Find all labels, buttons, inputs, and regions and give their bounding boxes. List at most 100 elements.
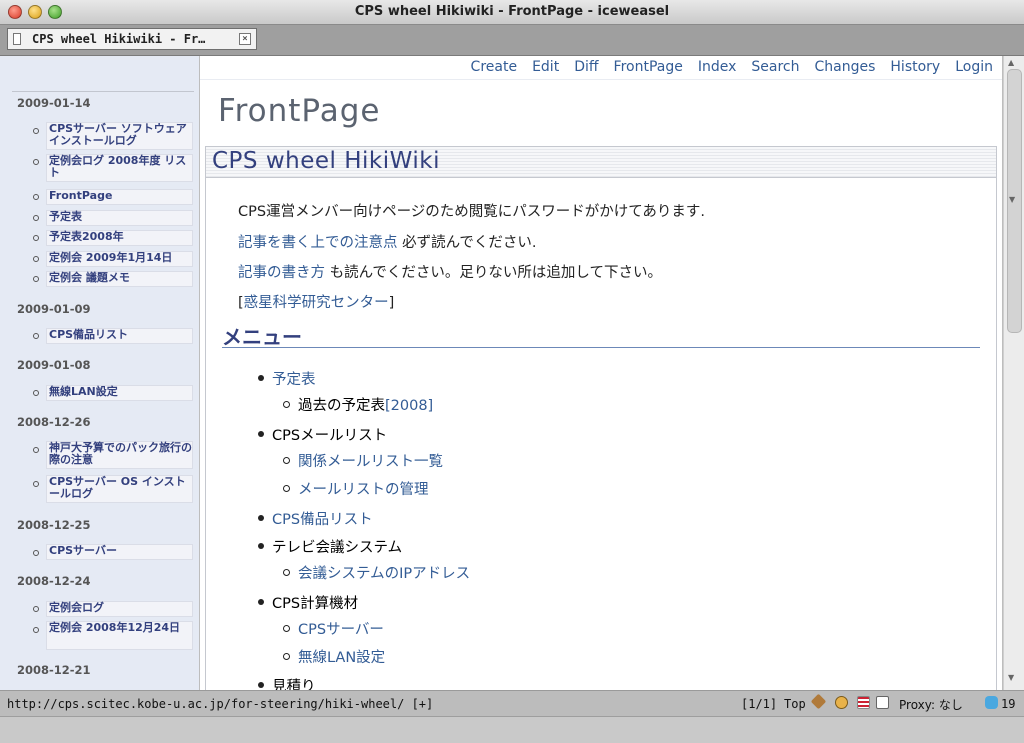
sidebar-item[interactable]: 定例会ログ 2008年度 リスト: [46, 154, 193, 182]
sidebar-item[interactable]: 定例会 議題メモ: [46, 271, 193, 287]
bullet-icon: [283, 485, 290, 492]
bullet-icon: [258, 375, 264, 381]
planetary-center-link[interactable]: 惑星科学研究センター: [244, 295, 389, 311]
wiki-body: CPS wheel HikiWiki CPS運営メンバー向けページのため閲覧にパ…: [205, 146, 997, 690]
window-titlebar: CPS wheel Hikiwiki - FrontPage - iceweas…: [0, 0, 1024, 25]
scroll-down-icon[interactable]: ▼: [1009, 195, 1015, 204]
nav-diff-link[interactable]: Diff: [574, 59, 598, 75]
how-to-write-link[interactable]: 記事の書き方: [238, 265, 325, 281]
writing-notes-link[interactable]: 記事を書く上での注意点: [238, 235, 398, 251]
tv-conference-item: テレビ会議システム: [272, 540, 403, 556]
sidebar-item[interactable]: CPS備品リスト: [46, 328, 193, 344]
tab-frontpage[interactable]: CPS wheel Hikiwiki - Fr… ×: [7, 28, 257, 50]
status-scroll-position: Top: [784, 697, 806, 711]
nav-search-link[interactable]: Search: [751, 59, 799, 75]
vertical-scrollbar[interactable]: ▲ ▼ ▼: [1003, 56, 1024, 690]
sidebar-item[interactable]: CPSサーバー ソフトウェア インストールログ: [46, 122, 193, 150]
bullet-icon: [258, 431, 264, 437]
wiki-heading-bar: CPS wheel HikiWiki: [206, 147, 996, 178]
status-bar: http://cps.scitec.kobe-u.ac.jp/for-steer…: [0, 690, 1024, 717]
menu-heading-rule: [222, 347, 980, 348]
twitter-icon[interactable]: [985, 696, 998, 709]
bullet-icon: [33, 256, 39, 262]
bullet-icon: [33, 128, 39, 134]
page-content: Create Edit Diff FrontPage Index Search …: [200, 56, 1002, 690]
proxy-status[interactable]: Proxy: なし: [899, 696, 963, 713]
bullet-icon: [33, 606, 39, 612]
past-schedule-label: 過去の予定表: [298, 398, 385, 414]
mailing-list-index-link[interactable]: 関係メールリスト一覧: [298, 450, 443, 471]
sidebar-item[interactable]: 神戸大予算でのパック旅行の際の注意: [46, 441, 193, 469]
sidebar-date: 2009-01-09: [17, 302, 91, 316]
bullet-icon: [283, 401, 290, 408]
wireless-lan-link[interactable]: 無線LAN設定: [298, 646, 385, 667]
close-tab-icon[interactable]: ×: [239, 33, 251, 45]
page-title: FrontPage: [218, 93, 381, 129]
menu-heading: メニュー: [222, 325, 302, 349]
bracket-close: ]: [388, 295, 395, 311]
sidebar-item[interactable]: 定例会 2008年12月24日: [46, 621, 193, 650]
notes-paragraph: 記事を書く上での注意点 必ず読んでください.: [238, 231, 537, 252]
nav-login-link[interactable]: Login: [955, 59, 993, 75]
nav-index-link[interactable]: Index: [698, 59, 737, 75]
mailing-list-item: CPSメールリスト: [272, 428, 388, 444]
center-paragraph: [惑星科学研究センター]: [238, 291, 394, 312]
estimates-item: 見積り: [272, 679, 316, 690]
bullet-icon: [33, 550, 39, 556]
bullet-icon: [33, 627, 39, 633]
status-url: http://cps.scitec.kobe-u.ac.jp/for-steer…: [7, 697, 434, 711]
scroll-up-icon[interactable]: ▲: [1008, 58, 1014, 67]
tab-bar: CPS wheel Hikiwiki - Fr… ×: [0, 25, 1024, 56]
bullet-icon: [33, 390, 39, 396]
bullet-icon: [283, 625, 290, 632]
pencil-icon[interactable]: [810, 693, 827, 710]
sidebar-date: 2008-12-24: [17, 574, 91, 588]
cps-server-link[interactable]: CPSサーバー: [298, 618, 384, 639]
bullet-icon: [258, 682, 264, 688]
past-schedule-item: 過去の予定表[2008]: [298, 394, 433, 415]
sidebar-date: 2008-12-25: [17, 518, 91, 532]
monkey-icon[interactable]: [835, 696, 848, 709]
sidebar-item[interactable]: CPSサーバー: [46, 544, 193, 560]
schedule-2008-link[interactable]: [2008]: [385, 398, 433, 414]
wiki-nav: Create Edit Diff FrontPage Index Search …: [456, 59, 993, 75]
bullet-icon: [283, 569, 290, 576]
mailing-list-admin-link[interactable]: メールリストの管理: [298, 478, 429, 499]
bullet-icon: [283, 653, 290, 660]
bullet-icon: [33, 215, 39, 221]
sidebar-item[interactable]: CPSサーバー OS インストールログ: [46, 475, 193, 503]
window-title: CPS wheel Hikiwiki - FrontPage - iceweas…: [354, 4, 670, 19]
equipment-list-link[interactable]: CPS備品リスト: [272, 508, 373, 529]
nav-history-link[interactable]: History: [890, 59, 940, 75]
grid-icon[interactable]: [876, 696, 889, 709]
conference-ip-link[interactable]: 会議システムのIPアドレス: [298, 562, 470, 583]
sidebar-item[interactable]: 定例会ログ: [46, 601, 193, 617]
sidebar-date: 2008-12-26: [17, 415, 91, 429]
bullet-icon: [258, 543, 264, 549]
notes-text: 必ず読んでください.: [397, 235, 537, 251]
bullet-icon: [258, 515, 264, 521]
bullet-icon: [283, 457, 290, 464]
sidebar-item[interactable]: 無線LAN設定: [46, 385, 193, 401]
nav-frontpage-link[interactable]: FrontPage: [614, 59, 683, 75]
howto-paragraph: 記事の書き方 も読んでください。足りない所は追加して下さい。: [238, 261, 662, 282]
twitter-count: 19: [1001, 697, 1016, 711]
nav-edit-link[interactable]: Edit: [532, 59, 559, 75]
sidebar-item[interactable]: FrontPage: [46, 189, 193, 205]
howto-text: も読んでください。足りない所は追加して下さい。: [325, 265, 662, 281]
sidebar-item[interactable]: 定例会 2009年1月14日: [46, 251, 193, 267]
bullet-icon: [33, 159, 39, 165]
us-flag-icon[interactable]: [857, 696, 870, 709]
nav-create-link[interactable]: Create: [471, 59, 518, 75]
nav-changes-link[interactable]: Changes: [815, 59, 876, 75]
intro-paragraph: CPS運営メンバー向けページのため閲覧にパスワードがかけてあります.: [238, 204, 705, 220]
scroll-down-bottom-icon[interactable]: ▼: [1008, 673, 1014, 682]
computing-equipment-item: CPS計算機材: [272, 596, 359, 612]
page-icon: [13, 33, 21, 45]
schedule-link[interactable]: 予定表: [272, 368, 316, 389]
sidebar-item[interactable]: 予定表: [46, 210, 193, 226]
sidebar-item[interactable]: 予定表2008年: [46, 230, 193, 246]
bullet-icon: [33, 276, 39, 282]
sidebar-recent-changes: 2009-01-14 CPSサーバー ソフトウェア インストールログ 定例会ログ…: [0, 56, 199, 690]
bottom-bar: [0, 716, 1024, 743]
